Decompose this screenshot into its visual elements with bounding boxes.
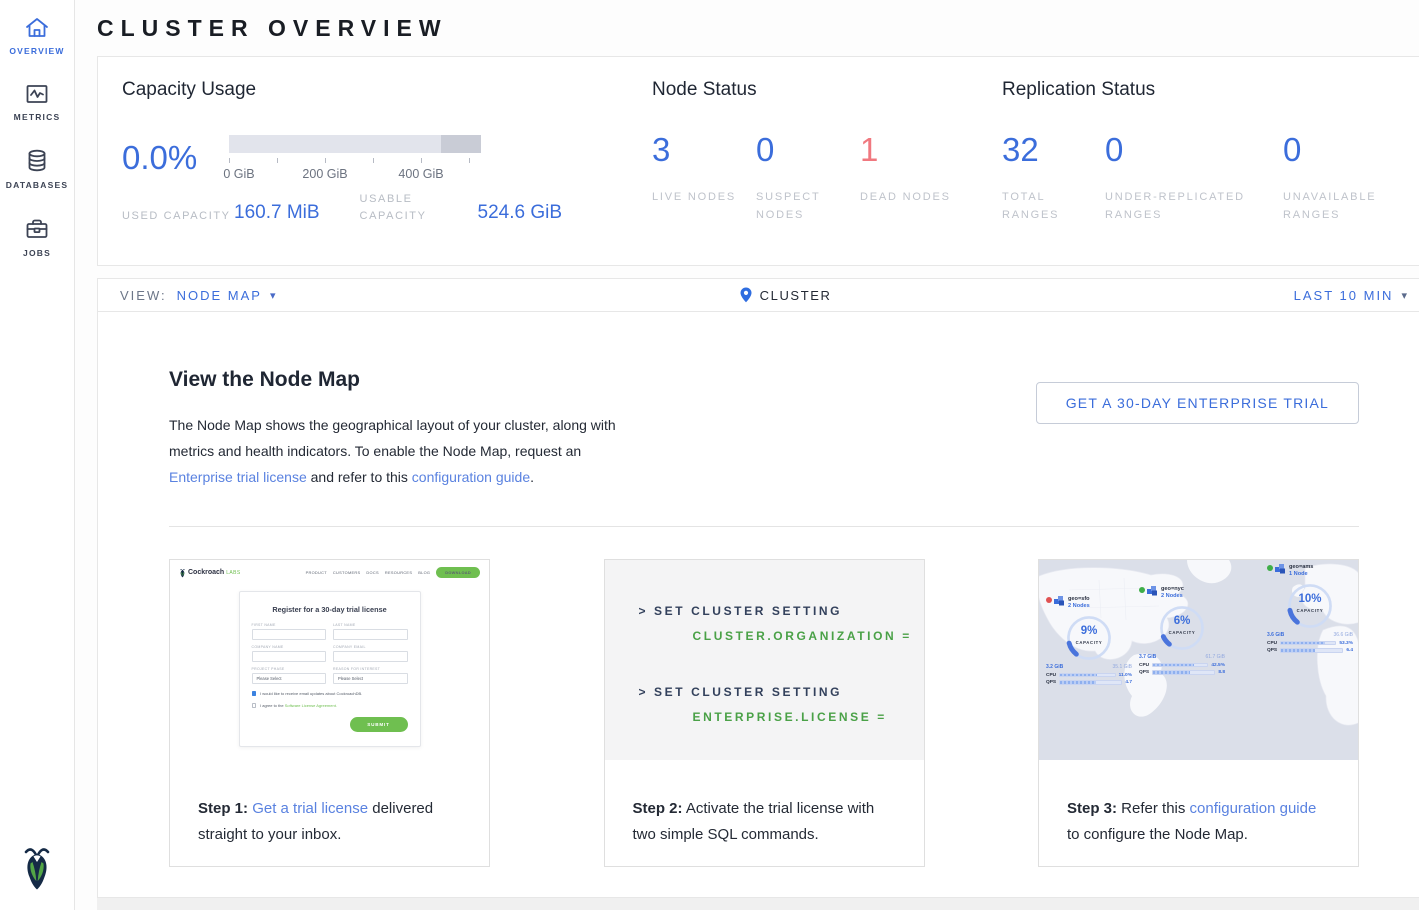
mini-company-email-field — [333, 651, 408, 662]
used-capacity-label: USED CAPACITY — [122, 208, 234, 225]
unavailable-ranges-stat: 0 UNAVAILABLE RANGES — [1283, 133, 1403, 224]
node-status-section: Node Status 3 LIVE NODES 0 SUSPECT NODES… — [652, 79, 1002, 265]
location-pin-icon — [740, 287, 752, 303]
time-range-dropdown[interactable]: LAST 10 MIN — [1294, 288, 1394, 303]
mini-download-button: DOWNLOAD — [436, 567, 480, 578]
tick-label-0: 0 GiB — [223, 167, 254, 181]
step-1-card: Cockroach LABS PRODUCTCUSTOMERSDOCSRESOU… — [169, 559, 490, 867]
capacity-usage-section: Capacity Usage 0.0% 0 GiB 200 Gi — [122, 79, 652, 265]
mini-submit-button: SUBMIT — [350, 717, 408, 732]
live-nodes-stat: 3 LIVE NODES — [652, 133, 756, 224]
dead-nodes-stat: 1 DEAD NODES — [860, 133, 964, 224]
app-root: OVERVIEW METRICS DATABASES — [0, 0, 1419, 910]
mini-site-nav: PRODUCTCUSTOMERSDOCSRESOURCESBLOG DOWNLO… — [300, 567, 480, 578]
page-title: CLUSTER OVERVIEW — [97, 0, 1419, 56]
nodes-cubes-icon — [1275, 564, 1286, 574]
mini-first-name-field — [252, 629, 327, 640]
suspect-nodes-stat: 0 SUSPECT NODES — [756, 133, 860, 224]
step-3-card: geo=sfo 2 Nodes 9% CAPACITY — [1038, 559, 1359, 867]
node-status-title: Node Status — [652, 79, 1002, 101]
sidebar-item-databases[interactable]: DATABASES — [0, 132, 74, 200]
view-label: VIEW: — [120, 288, 167, 303]
used-capacity-value: 160.7 MiB — [234, 202, 320, 225]
mini-trial-form: Register for a 30-day trial license FIRS… — [239, 591, 421, 747]
step-2-card: > SET CLUSTER SETTING CLUSTER.ORGANIZATI… — [604, 559, 925, 867]
configuration-guide-link[interactable]: configuration guide — [412, 469, 530, 485]
status-dot-green — [1267, 565, 1273, 571]
sidebar-item-metrics[interactable]: METRICS — [0, 66, 74, 132]
mini-email-updates-checkbox: I would like to receive email updates ab… — [252, 691, 408, 696]
capacity-bar-nonusable-segment — [441, 135, 481, 153]
main-content: CLUSTER OVERVIEW Capacity Usage 0.0% — [75, 0, 1419, 910]
nodes-cubes-icon — [1054, 596, 1065, 606]
databases-icon — [24, 148, 50, 174]
status-dot-green — [1139, 587, 1145, 593]
sql-commands-snippet: > SET CLUSTER SETTING CLUSTER.ORGANIZATI… — [605, 560, 924, 760]
node-map-card: View the Node Map The Node Map shows the… — [97, 312, 1419, 898]
map-widget-sfo: geo=sfo 2 Nodes 9% CAPACITY — [1046, 596, 1132, 685]
mini-project-phase-select: Please Select — [252, 673, 327, 684]
jobs-icon — [24, 216, 50, 242]
step-2-caption: Step 2: Activate the trial license with … — [605, 760, 924, 848]
configuration-guide-link[interactable]: configuration guide — [1190, 800, 1317, 817]
capacity-used-percent: 0.0% — [122, 135, 229, 183]
sidebar-item-label: DATABASES — [6, 180, 68, 190]
mini-cockroach-logo: Cockroach LABS — [179, 568, 241, 578]
usable-capacity-stat: USABLE CAPACITY 524.6 GiB — [360, 191, 563, 225]
map-widget-nyc: geo=nyc 2 Nodes 6% CAPACITY — [1139, 586, 1225, 675]
sidebar-item-overview[interactable]: OVERVIEW — [0, 0, 74, 66]
tick-label-200: 200 GiB — [302, 167, 347, 181]
usable-capacity-label: USABLE CAPACITY — [360, 191, 478, 225]
divider — [169, 526, 1359, 527]
node-map-preview: geo=sfo 2 Nodes 9% CAPACITY — [1039, 560, 1358, 760]
breadcrumb-cluster: CLUSTER — [760, 288, 832, 303]
mini-company-name-field — [252, 651, 327, 662]
mini-reason-select: Please Select — [333, 673, 408, 684]
usable-capacity-value: 524.6 GiB — [478, 202, 563, 225]
node-map-description: The Node Map shows the geographical layo… — [169, 412, 629, 490]
total-ranges-stat: 32 TOTAL RANGES — [1002, 133, 1105, 224]
home-icon — [24, 16, 50, 40]
chevron-down-icon[interactable]: ▾ — [270, 289, 278, 302]
mini-license-agreement-checkbox: I agree to the Software License Agreemen… — [252, 703, 408, 708]
cockroachdb-logo — [19, 843, 55, 896]
enterprise-trial-button[interactable]: GET A 30-DAY ENTERPRISE TRIAL — [1036, 382, 1359, 424]
map-widget-ams: geo=ams 1 Node 10% CAPACITY — [1267, 564, 1353, 653]
tick-label-400: 400 GiB — [398, 167, 443, 181]
mini-form-title: Register for a 30-day trial license — [252, 605, 408, 614]
metrics-icon — [24, 82, 50, 106]
replication-status-section: Replication Status 32 TOTAL RANGES 0 UND… — [1002, 79, 1403, 265]
under-replicated-ranges-stat: 0 UNDER-REPLICATED RANGES — [1105, 133, 1283, 224]
replication-status-title: Replication Status — [1002, 79, 1403, 101]
sidebar: OVERVIEW METRICS DATABASES — [0, 0, 75, 910]
sidebar-item-label: OVERVIEW — [9, 46, 64, 56]
view-bar: VIEW: NODE MAP ▾ CLUSTER LAST 10 MIN ▾ — [97, 278, 1419, 312]
mini-last-name-field — [333, 629, 408, 640]
trial-license-site-screenshot: Cockroach LABS PRODUCTCUSTOMERSDOCSRESOU… — [170, 560, 489, 760]
capacity-gauge-ticks — [229, 158, 481, 164]
step-3-caption: Step 3: Refer this configuration guide t… — [1039, 760, 1358, 848]
node-map-title: View the Node Map — [169, 368, 629, 392]
nodes-cubes-icon — [1147, 586, 1158, 596]
enterprise-trial-license-link[interactable]: Enterprise trial license — [169, 469, 307, 485]
capacity-bar-usable-segment — [229, 135, 441, 153]
step-1-caption: Step 1: Get a trial license delivered st… — [170, 760, 489, 848]
used-capacity-stat: USED CAPACITY 160.7 MiB — [122, 191, 320, 225]
page-background-strip — [97, 898, 1419, 910]
sidebar-item-jobs[interactable]: JOBS — [0, 200, 74, 268]
get-trial-license-link[interactable]: Get a trial license — [252, 800, 368, 817]
capacity-gauge: 0 GiB 200 GiB 400 GiB — [229, 135, 481, 183]
capacity-usage-title: Capacity Usage — [122, 79, 652, 101]
sidebar-item-label: JOBS — [23, 248, 51, 258]
view-dropdown[interactable]: NODE MAP — [177, 288, 262, 303]
status-dot-red — [1046, 597, 1052, 603]
sidebar-item-label: METRICS — [14, 112, 61, 122]
cluster-summary-card: Capacity Usage 0.0% 0 GiB 200 Gi — [97, 56, 1419, 266]
chevron-down-icon[interactable]: ▾ — [1401, 289, 1409, 302]
